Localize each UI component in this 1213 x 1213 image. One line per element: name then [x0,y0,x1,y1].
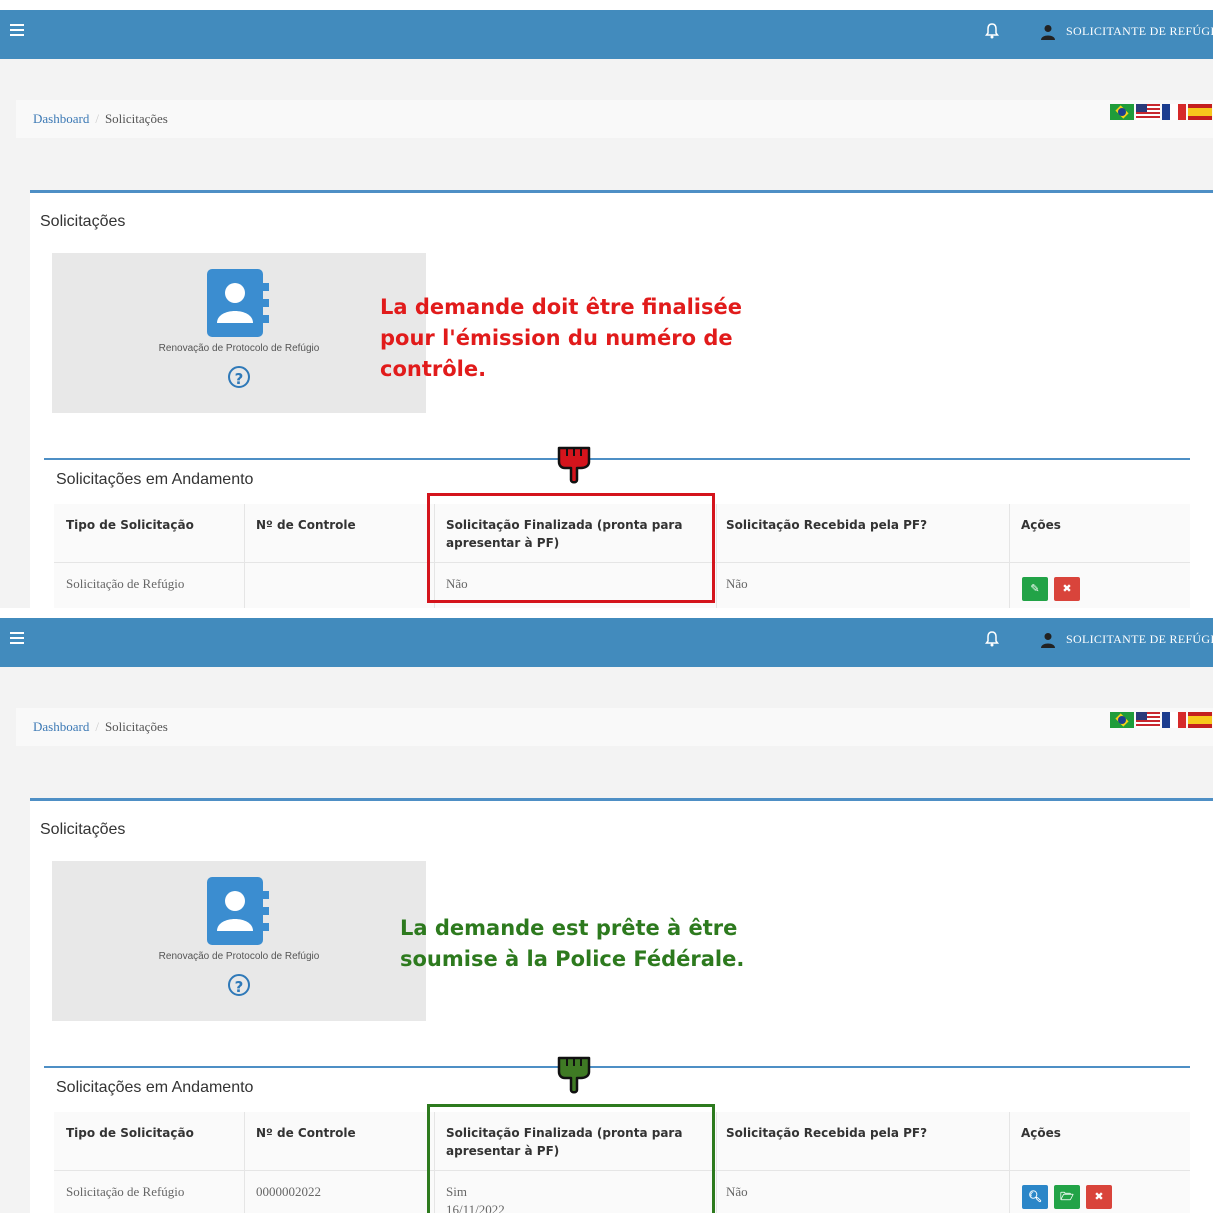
header-type: Tipo de Solicitação [66,1126,194,1140]
top-navbar: SOLICITANTE DE REFÚGI [0,10,1213,59]
close-icon: ✖ [1094,1190,1104,1203]
flag-france-icon[interactable] [1162,712,1186,728]
user-icon[interactable] [1041,24,1055,40]
service-tile-renewal[interactable]: Renovação de Protocolo de Refúgio ? [52,253,426,413]
language-flags [1110,104,1212,122]
breadcrumb-bar: Dashboard / Solicitações [16,708,1213,746]
service-label: Renovação de Protocolo de Refúgio [158,951,320,962]
screenshot-panel-2: SOLICITANTE DE REFÚGI Dashboard / Solicita… [0,618,1213,1213]
row-control: 0000002022 [256,1184,321,1199]
card-title: Solicitações [40,821,126,838]
row-received: Não [726,576,748,591]
delete-button[interactable]: ✖ [1086,1185,1112,1209]
view-button[interactable]: 🔍︎ [1022,1185,1048,1209]
user-menu-label[interactable]: SOLICITANTE DE REFÚGI [1066,24,1213,39]
flag-usa-icon[interactable] [1136,104,1160,120]
user-menu-label[interactable]: SOLICITANTE DE REFÚGI [1066,632,1213,647]
highlight-box [427,1104,715,1213]
flag-brazil-icon[interactable] [1110,104,1134,120]
header-control: Nº de Controle [256,1126,356,1140]
service-tile-renewal[interactable]: Renovação de Protocolo de Refúgio ? [52,861,426,1021]
flag-spain-icon[interactable] [1188,712,1212,728]
breadcrumb-dashboard-link[interactable]: Dashboard [33,111,89,126]
annotation-note: La demande doit être finalisée pour l'ém… [380,295,742,381]
language-flags [1110,712,1212,730]
user-icon[interactable] [1041,632,1055,648]
bell-icon[interactable] [985,631,999,647]
row-type: Solicitação de Refúgio [66,576,185,591]
breadcrumb-bar: Dashboard / Solicitações [16,100,1213,138]
in-progress-title: Solicitações em Andamento [56,471,254,488]
flag-spain-icon[interactable] [1188,104,1212,120]
folder-open-icon: 🗁 [1060,1190,1074,1203]
in-progress-title: Solicitações em Andamento [56,1079,254,1096]
screenshot-panel-1: SOLICITANTE DE REFÚGI Dashboard / Solicita… [0,10,1213,608]
highlight-box [427,493,715,603]
search-icon: 🔍︎ [1028,1190,1042,1203]
flag-brazil-icon[interactable] [1110,712,1134,728]
menu-icon[interactable] [10,632,24,646]
contact-book-icon [207,269,269,337]
row-received: Não [726,1184,748,1199]
help-icon[interactable]: ? [228,974,250,996]
header-actions: Ações [1021,1126,1061,1140]
menu-icon[interactable] [10,24,24,38]
breadcrumb: Dashboard / Solicitações [33,719,168,735]
header-actions: Ações [1021,518,1061,532]
bell-icon[interactable] [985,23,999,39]
header-control: Nº de Controle [256,518,356,532]
delete-button[interactable]: ✖ [1054,577,1080,601]
pointing-hand-icon [557,446,591,484]
row-type: Solicitação de Refúgio [66,1184,185,1199]
annotation-note: La demande est prête à être soumise à la… [400,916,745,971]
breadcrumb-separator: / [95,719,99,734]
close-icon: ✖ [1062,582,1072,595]
contact-book-icon [207,877,269,945]
open-folder-button[interactable]: 🗁 [1054,1185,1080,1209]
edit-button[interactable]: ✎ [1022,577,1048,601]
breadcrumb-current: Solicitações [104,719,168,734]
breadcrumb-separator: / [95,111,99,126]
header-received: Solicitação Recebida pela PF? [726,518,928,532]
flag-usa-icon[interactable] [1136,712,1160,728]
header-type: Tipo de Solicitação [66,518,194,532]
breadcrumb-dashboard-link[interactable]: Dashboard [33,719,89,734]
pencil-icon: ✎ [1030,582,1040,595]
card-title: Solicitações [40,213,126,230]
help-icon[interactable]: ? [228,366,250,388]
pointing-hand-icon [557,1056,591,1094]
breadcrumb-current: Solicitações [104,111,168,126]
top-navbar: SOLICITANTE DE REFÚGI [0,618,1213,667]
flag-france-icon[interactable] [1162,104,1186,120]
header-received: Solicitação Recebida pela PF? [726,1126,928,1140]
breadcrumb: Dashboard / Solicitações [33,111,168,127]
service-label: Renovação de Protocolo de Refúgio [158,343,320,354]
